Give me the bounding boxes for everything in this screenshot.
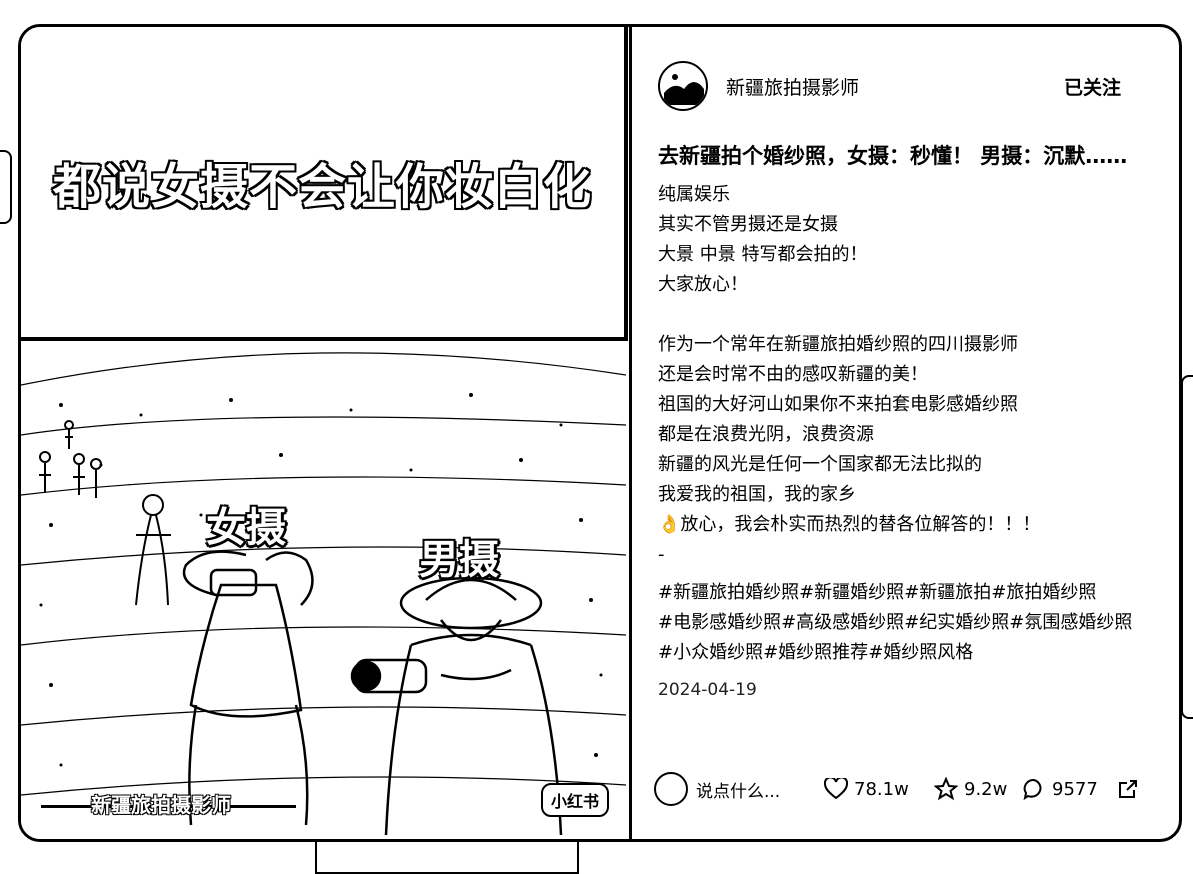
hashtag[interactable]: #电影感婚纱照 (658, 612, 781, 633)
body-line: 其实不管男摄还是女摄 (658, 214, 838, 235)
avatar-image (661, 64, 705, 108)
follow-button[interactable]: 已关注 (1064, 73, 1121, 100)
hashtag[interactable]: #小众婚纱照 (658, 642, 763, 663)
note-side-panel: 新疆旅拍摄影师 已关注 去新疆拍个婚纱照，女摄：秒懂！ 男摄：沉默…… 纯属娱乐… (632, 27, 1179, 839)
photo (21, 345, 626, 839)
body-line: 都是在浪费光阴，浪费资源 (658, 424, 874, 445)
body-line: 大景 中景 特写都会拍的！ (658, 244, 868, 265)
body-line: 纯属娱乐 (658, 184, 730, 205)
share-button[interactable] (1116, 777, 1146, 801)
hashtag[interactable]: #婚纱照推荐 (763, 642, 868, 663)
background-card-edge (0, 150, 12, 224)
post-date: 2024-04-19 (658, 680, 757, 700)
video-caption-frame: 都说女摄不会让你妆白化 (21, 27, 628, 341)
body-line: 作为一个常年在新疆旅拍婚纱照的四川摄影师 (658, 334, 1018, 355)
comment-input[interactable]: 说点什么... (654, 772, 780, 806)
post-paragraph-2: 作为一个常年在新疆旅拍婚纱照的四川摄影师 还是会时常不由的感叹新疆的美！ 祖国的… (658, 330, 1128, 570)
body-line: 大家放心！ (658, 274, 748, 295)
photo-scene (21, 345, 626, 839)
hashtag[interactable]: #新疆旅拍 (904, 582, 991, 603)
hashtag[interactable]: #旅拍婚纱照 (991, 582, 1096, 603)
post-paragraph-1: 纯属娱乐 其实不管男摄还是女摄 大景 中景 特写都会拍的！ 大家放心！ (658, 180, 1128, 300)
hashtag[interactable]: #纪实婚纱照 (904, 612, 1009, 633)
share-icon (1119, 780, 1137, 798)
body-line: 还是会时常不由的感叹新疆的美！ (658, 364, 928, 385)
comment-icon (1023, 778, 1042, 801)
note-detail-card: 都说女摄不会让你妆白化 女摄 男摄 新疆旅拍摄影师 小红书 新疆旅拍摄影师 已关… (18, 24, 1182, 842)
body-line: 祖国的大好河山如果你不来拍套电影感婚纱照 (658, 394, 1018, 415)
body-line: 我爱我的祖国，我的家乡 (658, 484, 856, 505)
hashtag[interactable]: #婚纱照风格 (868, 642, 973, 663)
comment-count: 9577 (1052, 778, 1098, 800)
post-content: 去新疆拍个婚纱照，女摄：秒懂！ 男摄：沉默…… 纯属娱乐 其实不管男摄还是女摄 … (658, 141, 1132, 700)
user-avatar (654, 772, 688, 806)
hashtag[interactable]: #新疆旅拍婚纱照 (658, 582, 799, 603)
author-info[interactable]: 新疆旅拍摄影师 (658, 61, 859, 111)
author-name[interactable]: 新疆旅拍摄影师 (726, 73, 859, 100)
label-male-photographer: 男摄 (419, 537, 499, 583)
hashtag[interactable]: #氛围感婚纱照 (1009, 612, 1132, 633)
author-avatar[interactable] (658, 61, 708, 111)
hashtag[interactable]: #高级感婚纱照 (781, 612, 904, 633)
hashtag[interactable]: #新疆婚纱照 (799, 582, 904, 603)
body-line: 👌放心，我会朴实而热烈的替各位解答的！！！ (658, 514, 1041, 535)
post-title: 去新疆拍个婚纱照，女摄：秒懂！ 男摄：沉默…… (658, 144, 1128, 168)
star-icon (934, 777, 958, 801)
comment-placeholder: 说点什么... (696, 781, 781, 802)
heart-icon (824, 778, 848, 800)
hashtag-list: #新疆旅拍婚纱照#新疆婚纱照#新疆旅拍#旅拍婚纱照 #电影感婚纱照#高级感婚纱照#… (658, 578, 1138, 668)
background-card-edge (1181, 375, 1193, 719)
body-dash: - (658, 544, 665, 565)
watermark-brand: 小红书 (541, 783, 610, 817)
like-button[interactable]: 78.1w (824, 778, 909, 800)
collect-count: 9.2w (964, 778, 1008, 800)
label-female-photographer: 女摄 (206, 505, 286, 551)
collect-button[interactable]: 9.2w (934, 777, 1007, 801)
like-count: 78.1w (854, 778, 909, 800)
watermark-author: 新疆旅拍摄影师 (91, 793, 231, 817)
action-bar: 说点什么... 78.1w 9.2w 9577 (654, 769, 1164, 809)
video-caption: 都说女摄不会让你妆白化 (51, 158, 592, 217)
comment-button[interactable]: 9577 (1022, 777, 1098, 801)
body-line: 新疆的风光是任何一个国家都无法比拟的 (658, 454, 982, 475)
media-panel[interactable]: 都说女摄不会让你妆白化 女摄 男摄 新疆旅拍摄影师 小红书 (21, 27, 632, 839)
